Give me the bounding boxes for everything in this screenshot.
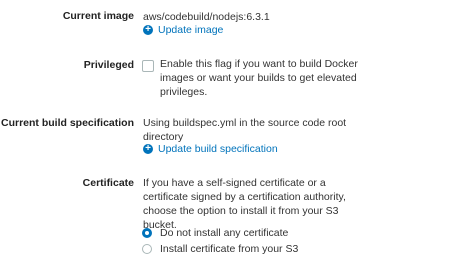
update-build-spec-link-label: Update build specification: [158, 143, 278, 155]
privileged-description-line: images or want your builds to get elevat…: [160, 72, 357, 84]
build-spec-value-line: directory: [143, 131, 184, 143]
privileged-label: Privileged: [83, 59, 134, 71]
s3-certificate-radio[interactable]: [142, 244, 152, 254]
update-image-link-label: Update image: [158, 24, 224, 36]
certificate-label: Certificate: [82, 177, 134, 189]
certificate-description-line: choose the option to install it from you…: [143, 205, 339, 217]
update-image-link[interactable]: + Update image: [143, 24, 223, 36]
no-certificate-radio[interactable]: [142, 228, 152, 238]
update-build-spec-link[interactable]: + Update build specification: [143, 143, 278, 155]
build-spec-label: Current build specification: [0, 117, 134, 129]
build-spec-value-line: Using buildspec.yml in the source code r…: [143, 117, 347, 129]
current-image-label: Current image: [62, 10, 134, 22]
certificate-description: If you have a self-signed certificate or…: [143, 176, 346, 232]
no-certificate-label[interactable]: Do not install any certificate: [160, 227, 288, 239]
certificate-description-line: certificate signed by a certification au…: [143, 191, 346, 203]
privileged-description-line: privileges.: [160, 86, 208, 98]
plus-circle-icon: +: [143, 144, 153, 154]
build-spec-value: Using buildspec.yml in the source code r…: [143, 116, 346, 144]
current-image-value: aws/codebuild/nodejs:6.3.1: [143, 11, 270, 23]
privileged-description: Enable this flag if you want to build Do…: [160, 57, 358, 99]
s3-certificate-label[interactable]: Install certificate from your S3: [160, 243, 298, 255]
certificate-description-line: If you have a self-signed certificate or…: [143, 177, 326, 189]
privileged-checkbox[interactable]: [142, 60, 154, 72]
privileged-description-line: Enable this flag if you want to build Do…: [160, 58, 358, 70]
plus-circle-icon: +: [143, 25, 153, 35]
